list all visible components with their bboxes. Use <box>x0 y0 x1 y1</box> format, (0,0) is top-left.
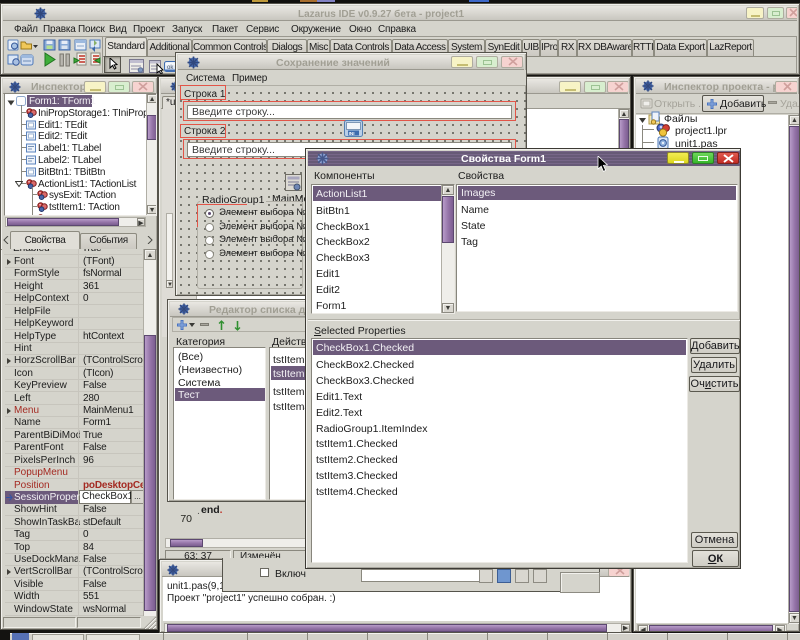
svg-text:INI: INI <box>349 131 355 136</box>
